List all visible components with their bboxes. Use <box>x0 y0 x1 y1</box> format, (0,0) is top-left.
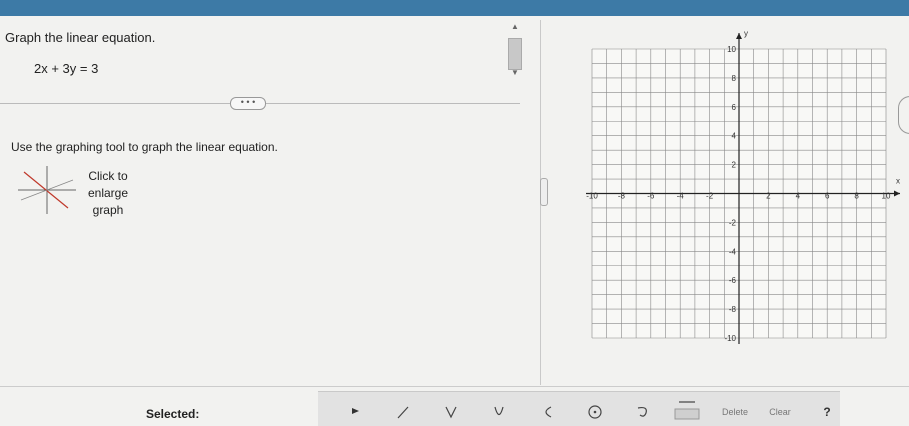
fill-tool[interactable] <box>672 398 702 420</box>
x-tick-label: -6 <box>647 192 655 201</box>
y-axis-arrow <box>736 33 742 39</box>
y-tick-label: 8 <box>732 74 737 83</box>
y-axis-label: y <box>744 29 748 38</box>
scroll-up-icon[interactable]: ▲ <box>511 22 519 31</box>
panel-resize-handle[interactable] <box>540 178 548 206</box>
scroll-down-icon[interactable]: ▼ <box>511 68 519 77</box>
y-tick-label: 10 <box>727 45 736 54</box>
x-tick-label: 4 <box>796 192 801 201</box>
equation: 2x + 3y = 3 <box>34 61 99 76</box>
x-tick-label: 2 <box>766 192 771 201</box>
u-shape-tool[interactable] <box>484 404 514 424</box>
y-tick-label: 6 <box>732 103 737 112</box>
graph-canvas[interactable]: x y -10 -8 -6 -4 -2 2 4 6 8 10 10 8 6 4 2 -2 -4 -6 -8 -10 <box>560 22 909 362</box>
y-tick-label: -10 <box>724 334 736 343</box>
y-tick-label: -2 <box>729 218 737 227</box>
x-tick-label: -2 <box>706 192 714 201</box>
circle-tool[interactable] <box>580 404 610 424</box>
graph-toolbar: Delete Clear ? <box>318 391 840 426</box>
x-tick-label: 6 <box>825 192 830 201</box>
top-bar <box>0 0 909 16</box>
question-panel: Graph the linear equation. 2x + 3y = 3 ▲… <box>0 16 540 386</box>
point-tool[interactable] <box>340 404 370 424</box>
y-tick-label: -6 <box>729 276 737 285</box>
x-tick-label: -8 <box>618 192 626 201</box>
y-tick-label: 2 <box>732 161 737 170</box>
y-tick-label: -4 <box>729 247 737 256</box>
expand-button[interactable]: • • • <box>230 97 266 110</box>
x-tick-label: -10 <box>586 192 598 201</box>
x-tick-label: -4 <box>677 192 685 201</box>
question-prompt: Graph the linear equation. <box>5 30 156 45</box>
curve-tool[interactable] <box>532 404 562 424</box>
help-button[interactable]: ? <box>818 402 836 422</box>
delete-button[interactable]: Delete <box>710 402 760 422</box>
loop-tool[interactable] <box>628 404 658 424</box>
graph-thumbnail-icon <box>18 166 76 214</box>
y-tick-label: -8 <box>729 305 737 314</box>
graph-area[interactable]: x y -10 -8 -6 -4 -2 2 4 6 8 10 10 8 6 4 2 -2 -4 -6 -8 -10 <box>560 22 909 362</box>
enlarge-label: Click to enlarge graph <box>87 169 129 217</box>
x-tick-label: 8 <box>854 192 859 201</box>
enlarge-graph-button[interactable]: Click to enlarge graph <box>18 166 133 218</box>
instruction-text: Use the graphing tool to graph the linea… <box>11 140 278 154</box>
x-tick-label: 10 <box>882 192 891 201</box>
x-axis-arrow <box>894 190 900 197</box>
line-tool[interactable] <box>388 404 418 424</box>
parabola-tool[interactable] <box>436 404 466 424</box>
scrollbar-thumb[interactable] <box>508 38 522 70</box>
clear-button[interactable]: Clear <box>762 402 798 422</box>
x-axis-label: x <box>896 177 900 186</box>
side-panel-tab[interactable] <box>898 96 909 134</box>
y-tick-label: 4 <box>732 132 737 141</box>
bottom-divider <box>0 386 909 387</box>
selected-label: Selected: <box>146 407 200 421</box>
